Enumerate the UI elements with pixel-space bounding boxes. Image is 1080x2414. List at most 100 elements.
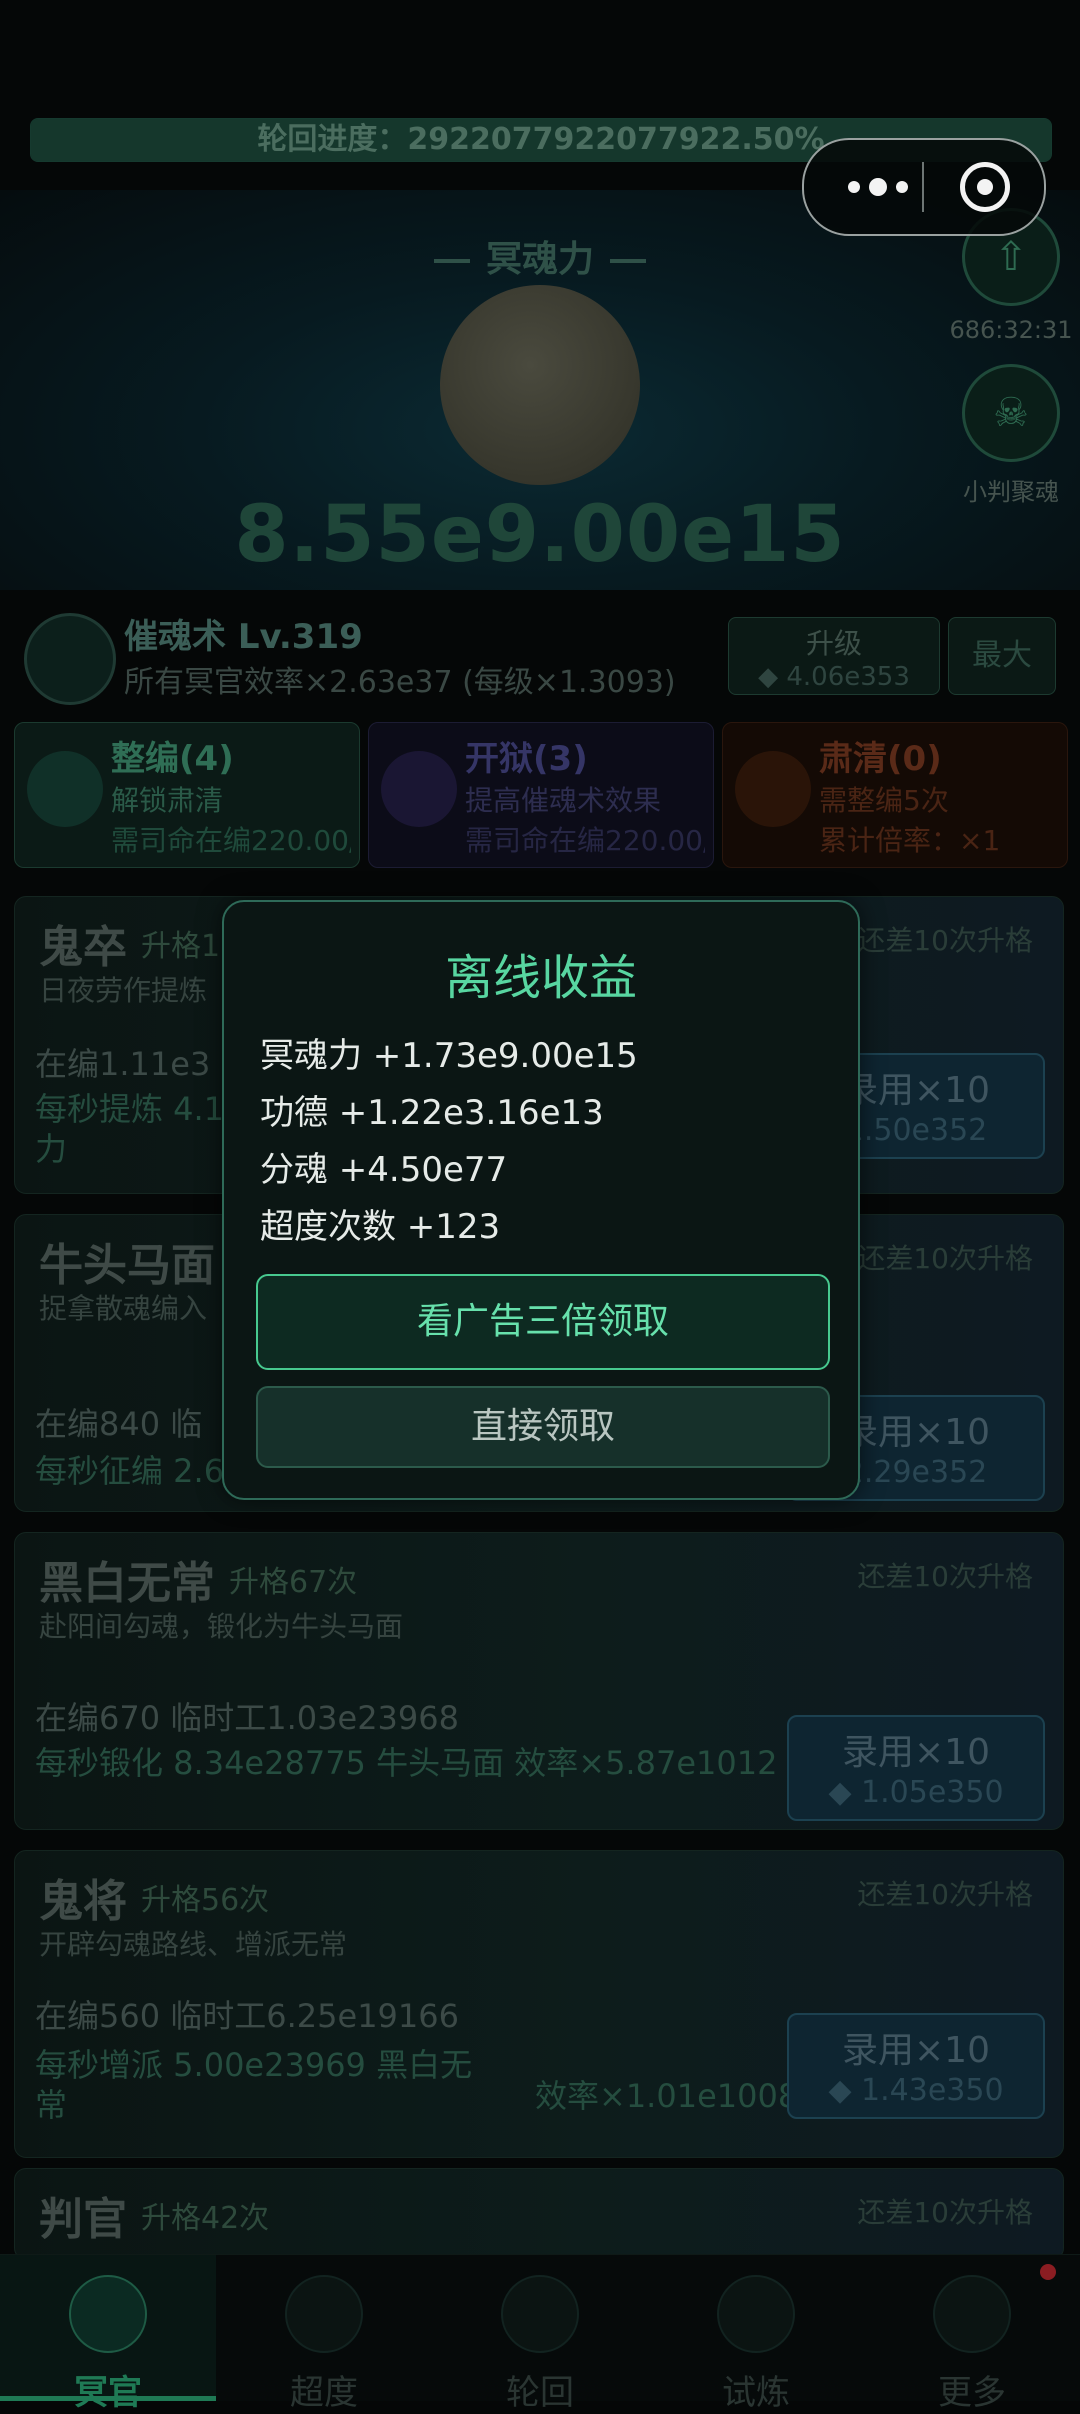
worker-upgrade-count: 升格1 (141, 929, 221, 964)
skill-row: 催魂术 Lv.319 所有冥官效率×2.63e37 (每级×1.3093) 升级… (20, 605, 1060, 705)
worker-name: 牛头马面 (39, 1240, 215, 1291)
card-line2: 累计倍率：×1 (819, 824, 1001, 857)
salvation-icon (285, 2275, 363, 2353)
worker-upgrade-count: 升格42次 (141, 2201, 270, 2236)
more-icon (933, 2275, 1011, 2353)
dot-icon (848, 181, 860, 193)
skill-max-button[interactable]: 最大 (948, 617, 1056, 695)
worker-desc: 日夜劳作提炼 (39, 974, 208, 1007)
worker-gap: 还差10次升格 (857, 924, 1033, 957)
card-line1: 解锁肃清 (111, 784, 224, 817)
card-title: 整编(4) (111, 739, 234, 779)
tab-ghost-official[interactable]: 冥官 (0, 2255, 216, 2413)
earning-salvation-count: 超度次数 +123 (260, 1207, 501, 1247)
tab-label: 更多 (938, 2373, 1006, 2413)
worker-gap: 还差10次升格 (857, 1560, 1033, 1593)
worker-name: 鬼卒 (39, 922, 127, 973)
worker-rate-cont: 常 (35, 2086, 68, 2124)
worker-count: 在编560 临时工6.25e19166 (35, 1997, 459, 2035)
worker-gap: 还差10次升格 (857, 1242, 1033, 1275)
hero-title: 冥魂力 (485, 239, 594, 280)
card-title: 开狱(3) (465, 739, 588, 779)
dot-icon (869, 178, 887, 196)
claim-directly-button[interactable]: 直接领取 (256, 1386, 830, 1468)
reorganize-icon (27, 751, 103, 827)
earning-merit: 功德 +1.22e3.16e13 (260, 1093, 604, 1133)
skull-icon: ☠ (993, 390, 1029, 436)
reincarnation-icon (501, 2275, 579, 2353)
worker-gap: 还差10次升格 (857, 1878, 1033, 1911)
ghost-official-icon (69, 2275, 147, 2353)
tab-label: 超度 (290, 2373, 358, 2413)
boost-timer: 686:32:31 (949, 316, 1073, 344)
card-line1: 需整编5次 (819, 784, 949, 817)
tab-label: 试炼 (722, 2373, 790, 2413)
worker-upgrade-count: 升格56次 (141, 1883, 270, 1918)
prison-icon (381, 751, 457, 827)
watch-ad-triple-button[interactable]: 看广告三倍领取 (256, 1274, 830, 1370)
tab-label: 冥官 (74, 2373, 142, 2413)
worker-desc: 赴阳间勾魂，锻化为牛头马面 (39, 1610, 404, 1643)
worker-rate: 每秒提炼 4.1 (35, 1090, 225, 1128)
card-line1: 提高催魂术效果 (465, 784, 662, 817)
worker-count: 在编670 临时工1.03e23968 (35, 1699, 459, 1737)
worker-card-judge: 判官 升格42次 还差10次升格 (14, 2168, 1064, 2260)
gather-soul-button[interactable]: ☠ (962, 364, 1060, 462)
hire-button[interactable]: 录用×10 ◆ 1.05e350 (787, 1715, 1045, 1821)
upgrade-label: 升级 (805, 627, 862, 660)
card-title: 肃清(0) (819, 739, 942, 779)
card-line2: 需司命在编220.00/2 (465, 824, 705, 857)
hire-cost: ◆ 1.05e350 (828, 1775, 1004, 1810)
worker-count: 在编840 临 (35, 1405, 203, 1443)
skill-name: 催魂术 Lv.319 (124, 617, 363, 657)
card-reorganize[interactable]: 整编(4) 解锁肃清 需司命在编220.00/1 (14, 722, 360, 868)
worker-name: 鬼将 (39, 1876, 127, 1927)
hire-label: 录用×10 (842, 1732, 990, 1773)
skill-upgrade-button[interactable]: 升级 ◆ 4.06e353 (728, 617, 940, 695)
miniprogram-capsule (802, 138, 1046, 236)
worker-rate: 每秒增派 5.00e23969 黑白无 (35, 2046, 473, 2084)
worker-efficiency: 效率×1.01e1008 (535, 2077, 799, 2115)
worker-gap: 还差10次升格 (857, 2196, 1033, 2229)
modal-title: 离线收益 (444, 950, 637, 1006)
worker-card-ghost-general: 鬼将 升格56次 还差10次升格 开辟勾魂路线、增派无常 在编560 临时工6.… (14, 1850, 1064, 2158)
trial-icon (717, 2275, 795, 2353)
worker-name: 黑白无常 (39, 1558, 215, 1609)
close-miniprogram-icon[interactable] (960, 162, 1010, 212)
worker-upgrade-count: 升格67次 (229, 1565, 358, 1600)
skill-icon (24, 613, 116, 705)
worker-name: 判官 (39, 2194, 127, 2245)
earning-soul-power: 冥魂力 +1.73e9.00e15 (260, 1036, 638, 1076)
card-open-prison[interactable]: 开狱(3) 提高催魂术效果 需司命在编220.00/2 (368, 722, 714, 868)
worker-rate: 每秒征编 2.6 (35, 1452, 225, 1490)
skill-desc: 所有冥官效率×2.63e37 (每级×1.3093) (124, 665, 676, 700)
card-purge[interactable]: 肃清(0) 需整编5次 累计倍率：×1 (722, 722, 1068, 868)
capsule-divider (922, 162, 924, 212)
tab-label: 轮回 (506, 2373, 574, 2413)
upgrade-cost: ◆ 4.06e353 (758, 662, 910, 692)
worker-rate: 每秒锻化 8.34e28775 牛头马面 效率×5.87e1012 (35, 1744, 778, 1782)
notification-dot (1040, 2264, 1056, 2280)
tab-trial[interactable]: 试炼 (648, 2255, 864, 2413)
soul-moon[interactable] (440, 285, 640, 485)
tab-salvation[interactable]: 超度 (216, 2255, 432, 2413)
gather-soul-label: 小判聚魂 (963, 478, 1059, 506)
worker-card-black-white-impermanence: 黑白无常 升格67次 还差10次升格 赴阳间勾魂，锻化为牛头马面 在编670 临… (14, 1532, 1064, 1830)
hire-button[interactable]: 录用×10 ◆ 1.43e350 (787, 2013, 1045, 2119)
worker-desc: 开辟勾魂路线、增派无常 (39, 1928, 348, 1961)
tab-reincarnation[interactable]: 轮回 (432, 2255, 648, 2413)
active-tab-indicator (0, 2396, 216, 2401)
purge-icon (735, 751, 811, 827)
hero-title-wrap: 冥魂力 (0, 230, 1080, 282)
worker-count: 在编1.11e3 临 (35, 1045, 253, 1083)
worker-desc: 捉拿散魂编入 (39, 1292, 208, 1325)
dot-icon (896, 181, 908, 193)
worker-rate-cont: 力 (35, 1130, 68, 1168)
earning-split-soul: 分魂 +4.50e77 (260, 1150, 508, 1190)
bottom-tab-bar: 冥官 超度 轮回 试炼 更多 (0, 2254, 1080, 2413)
card-line2: 需司命在编220.00/1 (111, 824, 351, 857)
offline-earnings-modal: 离线收益 冥魂力 +1.73e9.00e15 功德 +1.22e3.16e13 … (222, 900, 860, 1500)
hire-cost: ◆ 1.43e350 (828, 2073, 1004, 2108)
soul-power-value: 8.55e9.00e15 (234, 490, 846, 580)
more-menu-button[interactable] (834, 140, 922, 234)
